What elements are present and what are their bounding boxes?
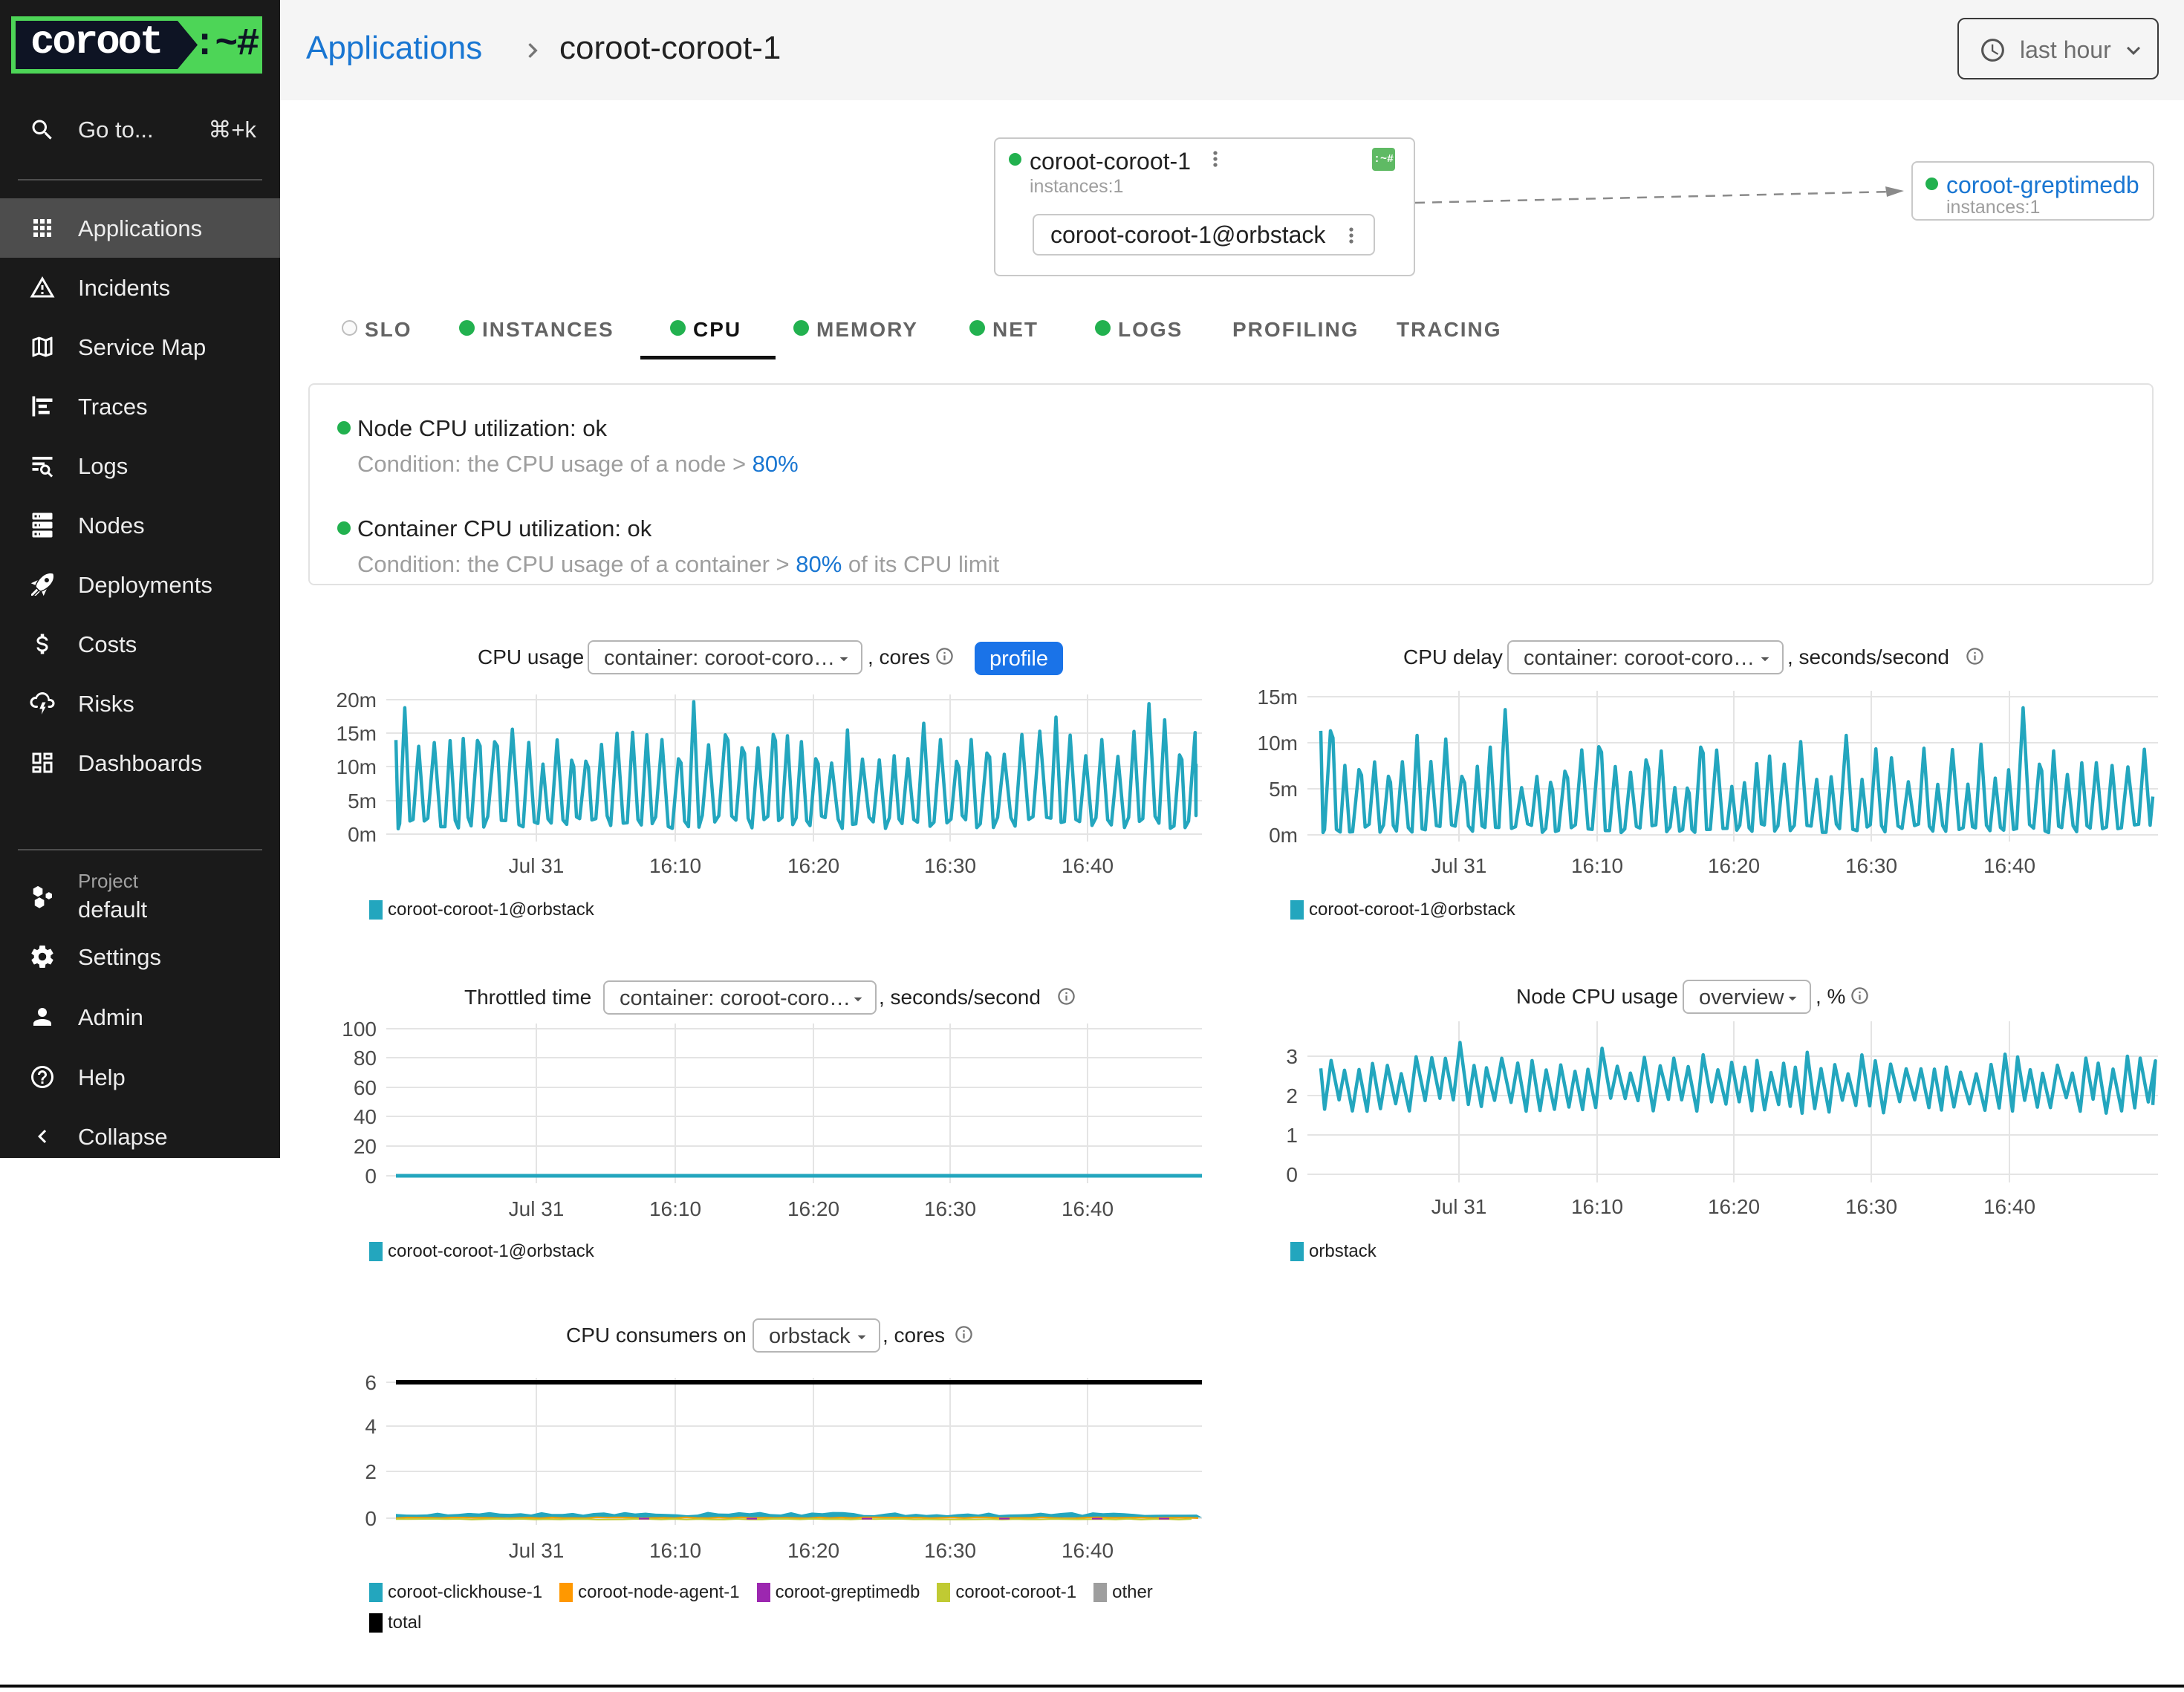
svg-text:Jul 31: Jul 31 (1431, 854, 1487, 877)
svg-text:1: 1 (1286, 1124, 1298, 1147)
svg-text:16:20: 16:20 (787, 1197, 839, 1220)
svg-text:Jul 31: Jul 31 (509, 1197, 565, 1220)
svg-text:0m: 0m (1269, 824, 1298, 847)
svg-text:10m: 10m (337, 755, 377, 778)
svg-text:16:20: 16:20 (1708, 854, 1760, 877)
svg-text:0: 0 (365, 1165, 377, 1188)
svg-text:60: 60 (354, 1076, 377, 1099)
svg-text:Jul 31: Jul 31 (509, 854, 565, 877)
svg-text:0: 0 (1286, 1163, 1298, 1186)
svg-text:2: 2 (1286, 1084, 1298, 1107)
svg-text:5m: 5m (1269, 778, 1298, 801)
svg-text:16:40: 16:40 (1062, 1539, 1114, 1562)
svg-text:16:40: 16:40 (1983, 854, 2035, 877)
svg-text:16:40: 16:40 (1983, 1195, 2035, 1218)
svg-text:16:20: 16:20 (787, 1539, 839, 1562)
svg-text:16:40: 16:40 (1062, 1197, 1114, 1220)
svg-text:40: 40 (354, 1105, 377, 1128)
svg-text:16:30: 16:30 (1845, 854, 1897, 877)
svg-text:16:40: 16:40 (1062, 854, 1114, 877)
svg-text:80: 80 (354, 1047, 377, 1070)
svg-text:Jul 31: Jul 31 (1431, 1195, 1487, 1218)
svg-text:2: 2 (365, 1460, 377, 1483)
svg-text:16:10: 16:10 (1571, 1195, 1623, 1218)
svg-text:Jul 31: Jul 31 (509, 1539, 565, 1562)
svg-text:16:30: 16:30 (924, 854, 976, 877)
svg-text:16:10: 16:10 (649, 1197, 701, 1220)
svg-text:16:20: 16:20 (787, 854, 839, 877)
svg-text:0: 0 (365, 1507, 377, 1530)
svg-text:16:30: 16:30 (924, 1197, 976, 1220)
svg-text:5m: 5m (348, 790, 377, 813)
svg-text:16:30: 16:30 (1845, 1195, 1897, 1218)
svg-text:15m: 15m (1258, 686, 1298, 709)
svg-text:10m: 10m (1258, 732, 1298, 755)
svg-text:16:20: 16:20 (1708, 1195, 1760, 1218)
svg-text:20: 20 (354, 1135, 377, 1158)
svg-text:16:10: 16:10 (649, 1539, 701, 1562)
svg-text:6: 6 (365, 1371, 377, 1394)
svg-text:0m: 0m (348, 823, 377, 846)
svg-text:16:30: 16:30 (924, 1539, 976, 1562)
svg-text:4: 4 (365, 1415, 377, 1438)
svg-text:16:10: 16:10 (649, 854, 701, 877)
svg-text:100: 100 (342, 1018, 377, 1041)
svg-text:16:10: 16:10 (1571, 854, 1623, 877)
svg-text:15m: 15m (337, 722, 377, 745)
svg-text:20m: 20m (337, 689, 377, 712)
svg-text:3: 3 (1286, 1045, 1298, 1068)
